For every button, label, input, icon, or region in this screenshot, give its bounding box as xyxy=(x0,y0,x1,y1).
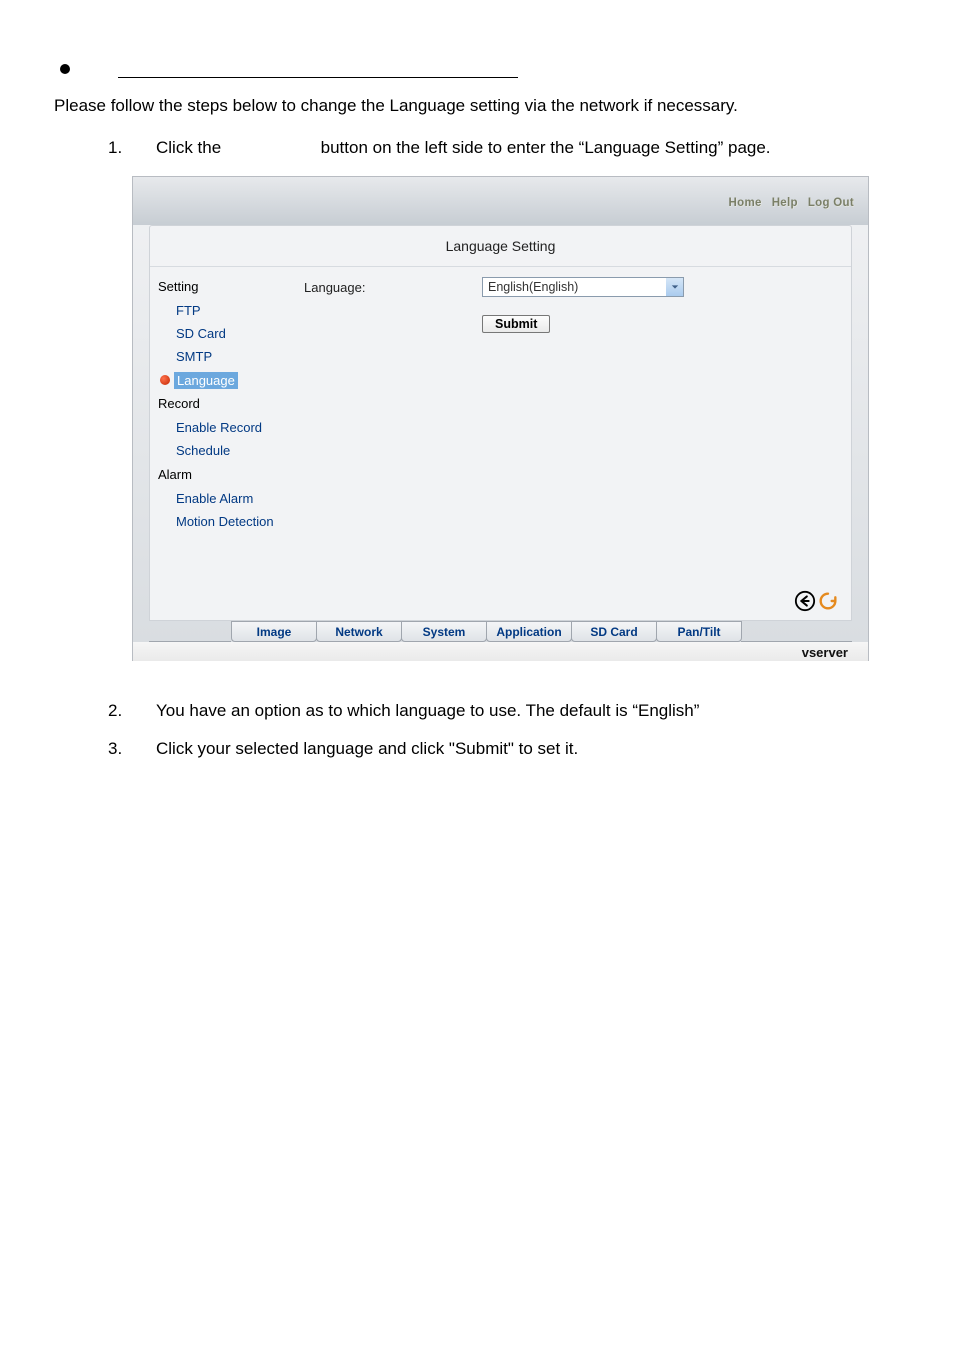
submit-button[interactable]: Submit xyxy=(482,315,550,333)
form-row-language: Language: English(English) xyxy=(304,277,851,297)
sidebar-item-language[interactable]: Language xyxy=(154,369,304,393)
content-panel: Language Setting Setting FTP SD Card SMT… xyxy=(149,225,852,621)
step-number: 3. xyxy=(108,739,156,759)
sidebar-item-ftp[interactable]: FTP xyxy=(154,300,304,323)
tab-system[interactable]: System xyxy=(401,621,487,642)
refresh-icon[interactable] xyxy=(817,590,839,612)
top-bar: Home Help Log Out xyxy=(133,177,868,225)
sidebar-item-label: Language xyxy=(174,372,238,390)
tab-sdcard[interactable]: SD Card xyxy=(571,621,657,642)
screenshot-panel: Home Help Log Out Language Setting Setti… xyxy=(132,176,869,661)
tab-image[interactable]: Image xyxy=(231,621,317,642)
logout-link[interactable]: Log Out xyxy=(808,197,854,209)
sidebar-item-enable-alarm[interactable]: Enable Alarm xyxy=(154,488,304,511)
sidebar-item-enable-record[interactable]: Enable Record xyxy=(154,417,304,440)
nav-icons xyxy=(794,590,839,612)
top-links: Home Help Log Out xyxy=(729,197,854,209)
step-text: You have an option as to which language … xyxy=(156,701,904,721)
tab-network[interactable]: Network xyxy=(316,621,402,642)
tab-spacer xyxy=(149,621,231,642)
language-select[interactable]: English(English) xyxy=(482,277,684,297)
bottom-tabs: Image Network System Application SD Card… xyxy=(149,621,852,642)
main-form: Language: English(English) Submit xyxy=(304,275,851,533)
step-item: 1. Click the button on the left side to … xyxy=(108,138,904,158)
chevron-down-icon xyxy=(666,278,683,296)
sidebar-item-sdcard[interactable]: SD Card xyxy=(154,323,304,346)
home-link[interactable]: Home xyxy=(729,197,762,209)
step-text: Click the button on the left side to ent… xyxy=(156,138,904,158)
tab-spacer xyxy=(741,621,852,642)
bullet-icon xyxy=(60,64,70,74)
intro-text: Please follow the steps below to change … xyxy=(54,96,904,116)
tab-application[interactable]: Application xyxy=(486,621,572,642)
help-link[interactable]: Help xyxy=(772,197,798,209)
panel-body: Setting FTP SD Card SMTP Language Record… xyxy=(150,267,851,533)
sidebar-heading-alarm: Alarm xyxy=(154,463,304,488)
sidebar-item-schedule[interactable]: Schedule xyxy=(154,440,304,463)
step-text-post: button on the left side to enter the “La… xyxy=(316,138,771,157)
step-number: 1. xyxy=(108,138,156,158)
underline-rule xyxy=(118,60,518,78)
step-item: 2. You have an option as to which langua… xyxy=(108,701,904,721)
sidebar-heading-record: Record xyxy=(154,392,304,417)
tab-pantilt[interactable]: Pan/Tilt xyxy=(656,621,742,642)
back-icon[interactable] xyxy=(794,590,816,612)
step-text: Click your selected language and click "… xyxy=(156,739,904,759)
language-select-value: English(English) xyxy=(483,278,666,296)
step-item: 3. Click your selected language and clic… xyxy=(108,739,904,759)
section-heading xyxy=(50,60,904,78)
active-marker-icon xyxy=(160,375,170,385)
sidebar: Setting FTP SD Card SMTP Language Record… xyxy=(150,275,304,533)
sidebar-heading-setting: Setting xyxy=(154,275,304,300)
footer-brand: vserver xyxy=(133,642,868,661)
language-label: Language: xyxy=(304,280,404,295)
page-title: Language Setting xyxy=(150,226,851,267)
step-list: 1. Click the button on the left side to … xyxy=(108,138,904,158)
sidebar-item-motion[interactable]: Motion Detection xyxy=(154,511,304,534)
submit-row: Submit xyxy=(482,315,851,333)
step-list-cont: 2. You have an option as to which langua… xyxy=(108,701,904,759)
step-text-pre: Click the xyxy=(156,138,226,157)
step-number: 2. xyxy=(108,701,156,721)
sidebar-item-smtp[interactable]: SMTP xyxy=(154,346,304,369)
